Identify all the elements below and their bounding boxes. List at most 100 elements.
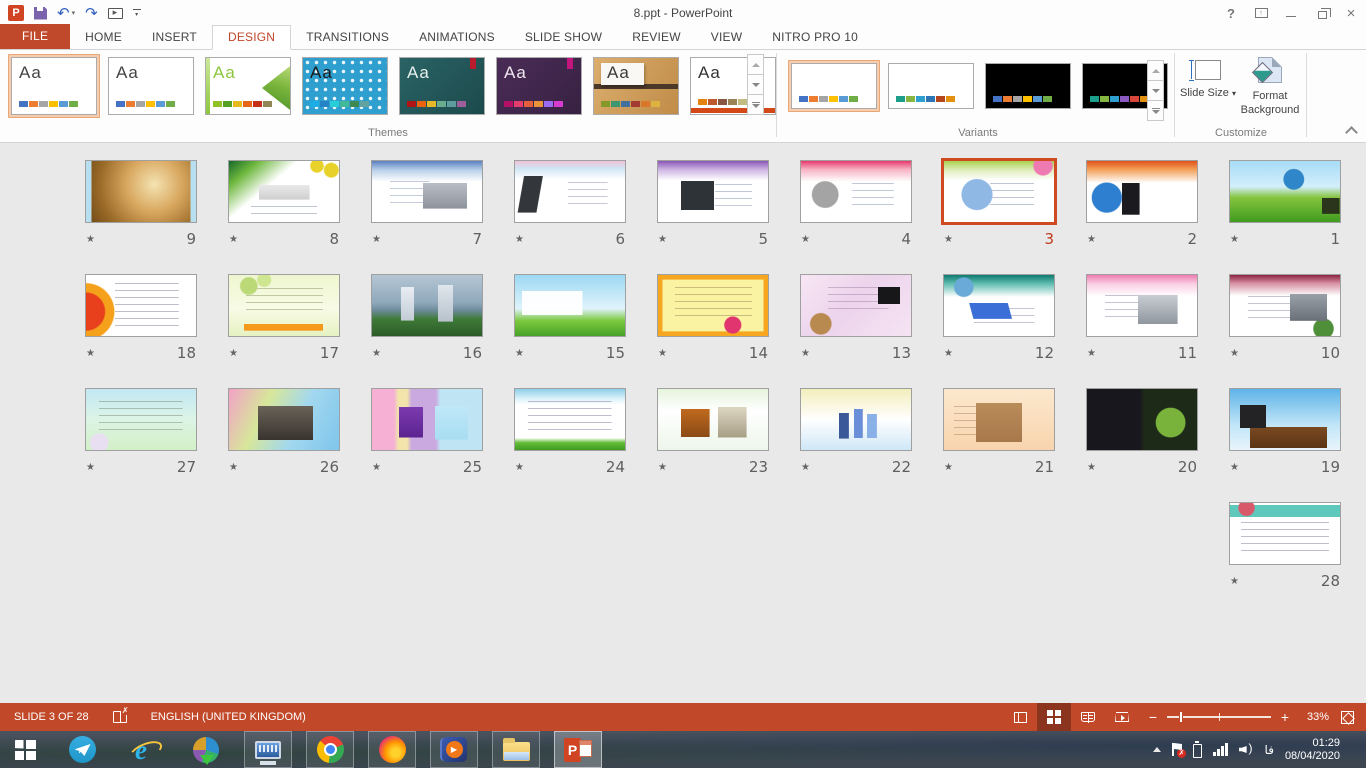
tab-file[interactable]: FILE [0, 24, 70, 49]
hidden-icons-button[interactable] [1153, 747, 1161, 752]
theme-ion-boardroom[interactable]: Aa [493, 54, 585, 118]
slide-19-animation-star-icon[interactable]: ★ [1230, 462, 1239, 473]
slide-16-animation-star-icon[interactable]: ★ [372, 348, 381, 359]
slide-17-thumbnail[interactable] [228, 274, 340, 337]
minimize-button[interactable] [1276, 2, 1306, 24]
slide-8-animation-star-icon[interactable]: ★ [229, 234, 238, 245]
battery-icon[interactable] [1193, 744, 1202, 758]
variant-2[interactable] [885, 60, 977, 112]
slide-26-thumbnail[interactable] [228, 388, 340, 451]
network-signal-icon[interactable] [1213, 743, 1228, 756]
zoom-in-button[interactable]: + [1279, 709, 1291, 725]
slide-4-thumbnail[interactable] [800, 160, 912, 223]
slide-4-animation-star-icon[interactable]: ★ [801, 234, 810, 245]
taskbar-firefox[interactable] [368, 731, 416, 768]
themes-more-button[interactable] [747, 94, 764, 115]
slide-8-thumbnail[interactable] [228, 160, 340, 223]
tab-transitions[interactable]: TRANSITIONS [291, 26, 404, 49]
ribbon-display-options-button[interactable]: ↑ [1246, 2, 1276, 24]
slide-2[interactable]: ★2 [1086, 160, 1198, 248]
tab-home[interactable]: HOME [70, 26, 137, 49]
slide-8[interactable]: ★8 [228, 160, 340, 248]
slide-20-thumbnail[interactable] [1086, 388, 1198, 451]
slide-14[interactable]: ★14 [657, 274, 769, 362]
close-button[interactable]: × [1336, 2, 1366, 24]
taskbar-powerpoint-active[interactable]: P [554, 731, 602, 768]
slide-28-animation-star-icon[interactable]: ★ [1230, 576, 1239, 587]
slide-25-animation-star-icon[interactable]: ★ [372, 462, 381, 473]
slide-15[interactable]: ★15 [514, 274, 626, 362]
theme-office-current[interactable]: Aa [8, 54, 100, 118]
slide-25[interactable]: ★25 [371, 388, 483, 476]
slide-10[interactable]: ★10 [1229, 274, 1341, 362]
help-button[interactable]: ? [1216, 2, 1246, 24]
slide-2-animation-star-icon[interactable]: ★ [1087, 234, 1096, 245]
slide-1[interactable]: ★1 [1229, 160, 1341, 248]
slide-28-thumbnail[interactable] [1229, 502, 1341, 565]
tab-slide-show[interactable]: SLIDE SHOW [510, 26, 617, 49]
slide-3-animation-star-icon[interactable]: ★ [944, 234, 953, 245]
slide-15-animation-star-icon[interactable]: ★ [515, 348, 524, 359]
slide-1-thumbnail[interactable] [1229, 160, 1341, 223]
tab-design[interactable]: DESIGN [212, 25, 291, 50]
slide-3-selected[interactable]: ★3 [943, 160, 1055, 248]
slide-13[interactable]: ★13 [800, 274, 912, 362]
slide-12-thumbnail[interactable] [943, 274, 1055, 337]
variant-3[interactable] [982, 60, 1074, 112]
variants-scroll-down-button[interactable] [1147, 80, 1164, 101]
slide-5-animation-star-icon[interactable]: ★ [658, 234, 667, 245]
tab-review[interactable]: REVIEW [617, 26, 696, 49]
slide-10-animation-star-icon[interactable]: ★ [1230, 348, 1239, 359]
variants-scroll-up-button[interactable] [1147, 60, 1164, 81]
slide-2-thumbnail[interactable] [1086, 160, 1198, 223]
powerpoint-app-icon[interactable]: P [8, 3, 24, 23]
zoom-slider-thumb[interactable] [1179, 711, 1183, 723]
slide-18-thumbnail[interactable] [85, 274, 197, 337]
slide-11[interactable]: ★11 [1086, 274, 1198, 362]
theme-ion[interactable]: Aa [396, 54, 488, 118]
zoom-slider[interactable] [1167, 716, 1271, 718]
slide-9-thumbnail[interactable] [85, 160, 197, 223]
slide-19[interactable]: ★19 [1229, 388, 1341, 476]
theme-organic[interactable]: Aa [590, 54, 682, 118]
language-indicator[interactable]: ENGLISH (UNITED KINGDOM) [151, 711, 306, 723]
taskbar-chrome[interactable] [306, 731, 354, 768]
slide-3-thumbnail[interactable] [943, 160, 1055, 223]
slide-24[interactable]: ★24 [514, 388, 626, 476]
variants-more-button[interactable] [1147, 100, 1164, 121]
slide-7[interactable]: ★7 [371, 160, 483, 248]
slide-23-thumbnail[interactable] [657, 388, 769, 451]
action-center-flag-icon[interactable]: ✗ [1172, 743, 1182, 756]
tab-nitro-pro-10[interactable]: NITRO PRO 10 [757, 26, 873, 49]
theme-facet[interactable]: Aa [202, 54, 294, 118]
slide-5-thumbnail[interactable] [657, 160, 769, 223]
fit-slide-to-window-button[interactable] [1341, 711, 1354, 724]
slide-size-button[interactable]: Slide Size ▾ [1180, 56, 1236, 134]
slide-22[interactable]: ★22 [800, 388, 912, 476]
slide-6[interactable]: ★6 [514, 160, 626, 248]
slide-6-animation-star-icon[interactable]: ★ [515, 234, 524, 245]
collapse-ribbon-button[interactable] [1347, 125, 1356, 134]
slide-9-animation-star-icon[interactable]: ★ [86, 234, 95, 245]
slide-25-thumbnail[interactable] [371, 388, 483, 451]
taskbar-remote-desktop[interactable] [244, 731, 292, 768]
themes-scroll-down-button[interactable] [747, 74, 764, 95]
themes-scroll-up-button[interactable] [747, 54, 764, 75]
slide-sorter-view-button[interactable] [1037, 703, 1071, 731]
slide-16[interactable]: ★16 [371, 274, 483, 362]
tab-view[interactable]: VIEW [696, 26, 757, 49]
theme-integral[interactable]: Aa [299, 54, 391, 118]
slide-11-thumbnail[interactable] [1086, 274, 1198, 337]
taskbar-media-player[interactable] [430, 731, 478, 768]
volume-icon[interactable] [1239, 743, 1254, 756]
taskbar-internet-explorer[interactable]: e [120, 731, 168, 768]
taskbar-telegram[interactable] [58, 731, 106, 768]
slide-21[interactable]: ★21 [943, 388, 1055, 476]
slide-27-animation-star-icon[interactable]: ★ [86, 462, 95, 473]
variant-1[interactable] [788, 60, 880, 112]
spell-check-icon[interactable] [113, 711, 127, 723]
slide-4[interactable]: ★4 [800, 160, 912, 248]
format-background-button[interactable]: FormatBackground [1238, 56, 1302, 134]
slide-20-animation-star-icon[interactable]: ★ [1087, 462, 1096, 473]
slide-1-animation-star-icon[interactable]: ★ [1230, 234, 1239, 245]
